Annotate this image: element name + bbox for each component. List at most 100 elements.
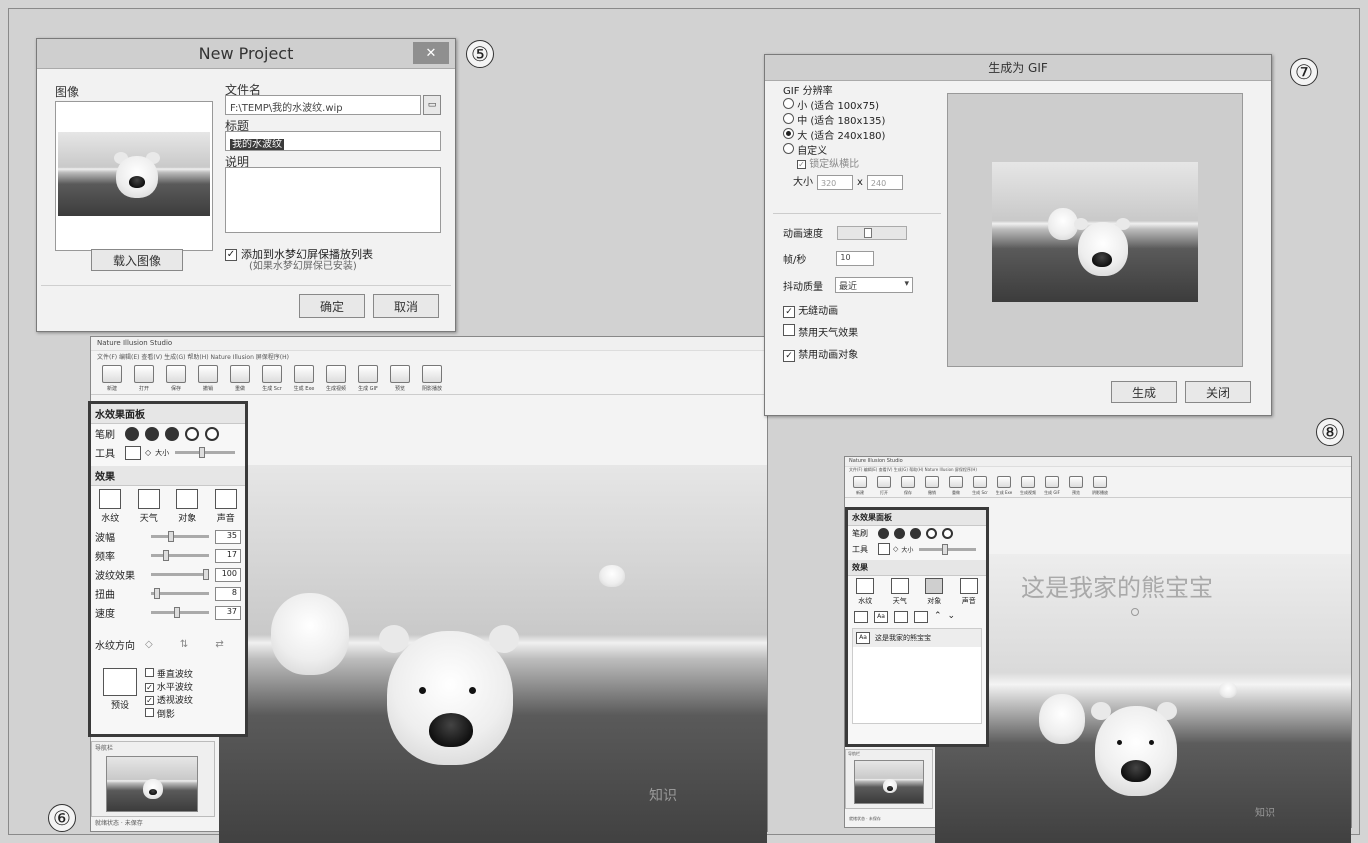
- toolbar-button-new[interactable]: 新建: [849, 476, 871, 496]
- fps-field[interactable]: 10: [836, 251, 875, 266]
- dither-select[interactable]: 最近 ▾: [835, 277, 913, 293]
- toolbar-button-preview[interactable]: 预览: [385, 365, 415, 392]
- toolbar-button-video[interactable]: 生成视频: [1017, 476, 1039, 496]
- toolbar-button-redo[interactable]: 重做: [945, 476, 967, 496]
- ripple-effect-slider[interactable]: [151, 569, 210, 580]
- speed-slider[interactable]: [151, 607, 209, 618]
- toolbar-button-preview[interactable]: 预览: [1065, 476, 1087, 496]
- text-anchor-icon[interactable]: [1131, 608, 1139, 616]
- option-perspective[interactable]: ✓ 透视波纹: [145, 695, 193, 708]
- tab-objects[interactable]: 对象: [918, 578, 950, 606]
- option-large[interactable]: 大 (适合 240x180): [783, 128, 903, 143]
- toolbar-button-open[interactable]: 打开: [129, 365, 159, 392]
- add-animation-icon[interactable]: [894, 611, 908, 623]
- distortion-slider[interactable]: [151, 588, 209, 599]
- toolbar-button-exe[interactable]: 生成 Exe: [993, 476, 1015, 496]
- ok-button[interactable]: 确定: [299, 294, 365, 318]
- brush-swirl2-icon[interactable]: [910, 528, 921, 539]
- tab-ripple[interactable]: 水纹: [849, 578, 881, 606]
- tab-weather[interactable]: 天气: [130, 489, 169, 524]
- browse-folder-icon[interactable]: ▭: [423, 95, 441, 115]
- option-vertical[interactable]: 垂直波纹: [145, 668, 193, 682]
- direction-arrows-icon[interactable]: ◇ ⇅ ⇄: [145, 639, 236, 650]
- distortion-value[interactable]: 8: [215, 586, 241, 601]
- lock-ratio-option[interactable]: ✓ 锁定纵横比: [783, 158, 903, 171]
- menu-bar[interactable]: 文件(F) 编辑(E) 查看(V) 生成(G) 帮助(H) Nature Ill…: [91, 351, 767, 363]
- toolbar-button-scr[interactable]: 生成 Scr: [969, 476, 991, 496]
- generate-button[interactable]: 生成: [1111, 381, 1177, 403]
- option-horizontal[interactable]: ✓ 水平波纹: [145, 682, 193, 695]
- overlay-text[interactable]: 这是我家的熊宝宝: [1021, 568, 1213, 603]
- brush-swirl2-icon[interactable]: [165, 426, 179, 441]
- filename-field[interactable]: F:\TEMP\我的水波纹.wip: [225, 95, 421, 115]
- delete-object-icon[interactable]: [914, 611, 928, 623]
- preset-button[interactable]: 预设: [95, 668, 145, 722]
- object-list-item[interactable]: Aa 这是我家的熊宝宝: [853, 629, 981, 647]
- gif-close-button[interactable]: 关闭: [1185, 381, 1251, 403]
- menu-bar[interactable]: 文件(F) 编辑(E) 查看(V) 生成(G) 帮助(H) Nature Ill…: [845, 467, 1351, 475]
- brush-swirl-icon[interactable]: [145, 426, 159, 441]
- tab-sound[interactable]: 声音: [207, 489, 246, 524]
- description-field[interactable]: [225, 167, 441, 233]
- tool-size-slider[interactable]: [175, 447, 235, 458]
- canvas-image[interactable]: 这是我家的熊宝宝 知识: [935, 554, 1351, 843]
- toolbar-button-redo[interactable]: 重做: [225, 365, 255, 392]
- add-slideshow-option[interactable]: ✓ 添加到水梦幻屏保播放列表 (如果水梦幻屏保已安装): [225, 249, 373, 273]
- tab-weather[interactable]: 天气: [884, 578, 916, 606]
- toolbar-button-play[interactable]: 阴影播放: [417, 365, 447, 392]
- tool-brush-icon[interactable]: [878, 543, 890, 555]
- option-reflection[interactable]: 倒影: [145, 708, 193, 722]
- ripple-effect-value[interactable]: 100: [215, 567, 241, 582]
- brush-ring-icon[interactable]: [926, 528, 937, 539]
- brush-ring-icon[interactable]: [185, 426, 199, 441]
- toolbar-button-save[interactable]: 保存: [897, 476, 919, 496]
- amplitude-slider[interactable]: [151, 531, 209, 542]
- brush-ring2-icon[interactable]: [205, 426, 219, 441]
- title-field[interactable]: 我的水波纹: [225, 131, 441, 151]
- cancel-button[interactable]: 取消: [373, 294, 439, 318]
- move-up-icon[interactable]: ⌃: [934, 611, 942, 623]
- toolbar-button-undo[interactable]: 撤销: [193, 365, 223, 392]
- load-image-button[interactable]: 载入图像: [91, 249, 183, 271]
- navigator-thumbnail[interactable]: [106, 756, 198, 812]
- seamless-option[interactable]: ✓ 无缝动画: [783, 301, 858, 323]
- brush-swirl-icon[interactable]: [894, 528, 905, 539]
- tool-eraser-icon[interactable]: ◇: [893, 545, 898, 553]
- toolbar-button-gif[interactable]: 生成 GIF: [1041, 476, 1063, 496]
- toolbar-button-gif[interactable]: 生成 GIF: [353, 365, 383, 392]
- frequency-value[interactable]: 17: [215, 548, 241, 563]
- tool-eraser-icon[interactable]: ◇: [145, 448, 151, 457]
- brush-drop-icon[interactable]: [125, 426, 139, 441]
- size-height-field[interactable]: 240: [866, 175, 903, 190]
- option-small[interactable]: 小 (适合 100x75): [783, 98, 903, 113]
- close-icon[interactable]: ✕: [413, 42, 449, 64]
- toolbar-button-undo[interactable]: 撤销: [921, 476, 943, 496]
- option-custom[interactable]: 自定义: [783, 143, 903, 158]
- amplitude-value[interactable]: 35: [215, 529, 241, 544]
- tab-ripple[interactable]: 水纹: [91, 489, 130, 524]
- canvas-image[interactable]: 知识: [219, 465, 767, 843]
- toolbar-button-open[interactable]: 打开: [873, 476, 895, 496]
- toolbar-button-save[interactable]: 保存: [161, 365, 191, 392]
- add-text-icon[interactable]: Aa: [874, 611, 888, 623]
- no-objects-option[interactable]: ✓ 禁用动画对象: [783, 345, 858, 367]
- no-weather-option[interactable]: 禁用天气效果: [783, 323, 858, 345]
- add-image-icon[interactable]: [854, 611, 868, 623]
- size-width-field[interactable]: 320: [817, 175, 853, 190]
- brush-drop-icon[interactable]: [878, 528, 889, 539]
- brush-ring2-icon[interactable]: [942, 528, 953, 539]
- option-medium[interactable]: 中 (适合 180x135): [783, 113, 903, 128]
- move-down-icon[interactable]: ⌄: [948, 611, 956, 623]
- toolbar-button-video[interactable]: 生成视频: [321, 365, 351, 392]
- toolbar-button-play[interactable]: 阴影播放: [1089, 476, 1111, 496]
- tool-brush-icon[interactable]: [125, 445, 141, 460]
- speed-value[interactable]: 37: [215, 605, 241, 620]
- navigator-thumbnail[interactable]: [854, 760, 924, 804]
- anim-speed-slider[interactable]: [837, 225, 907, 240]
- add-slideshow-checkbox[interactable]: ✓: [225, 249, 237, 261]
- toolbar-button-exe[interactable]: 生成 Exe: [289, 365, 319, 392]
- tool-size-slider[interactable]: [919, 543, 976, 555]
- toolbar-button-scr[interactable]: 生成 Scr: [257, 365, 287, 392]
- toolbar-button-new[interactable]: 新建: [97, 365, 127, 392]
- tab-objects[interactable]: 对象: [168, 489, 207, 524]
